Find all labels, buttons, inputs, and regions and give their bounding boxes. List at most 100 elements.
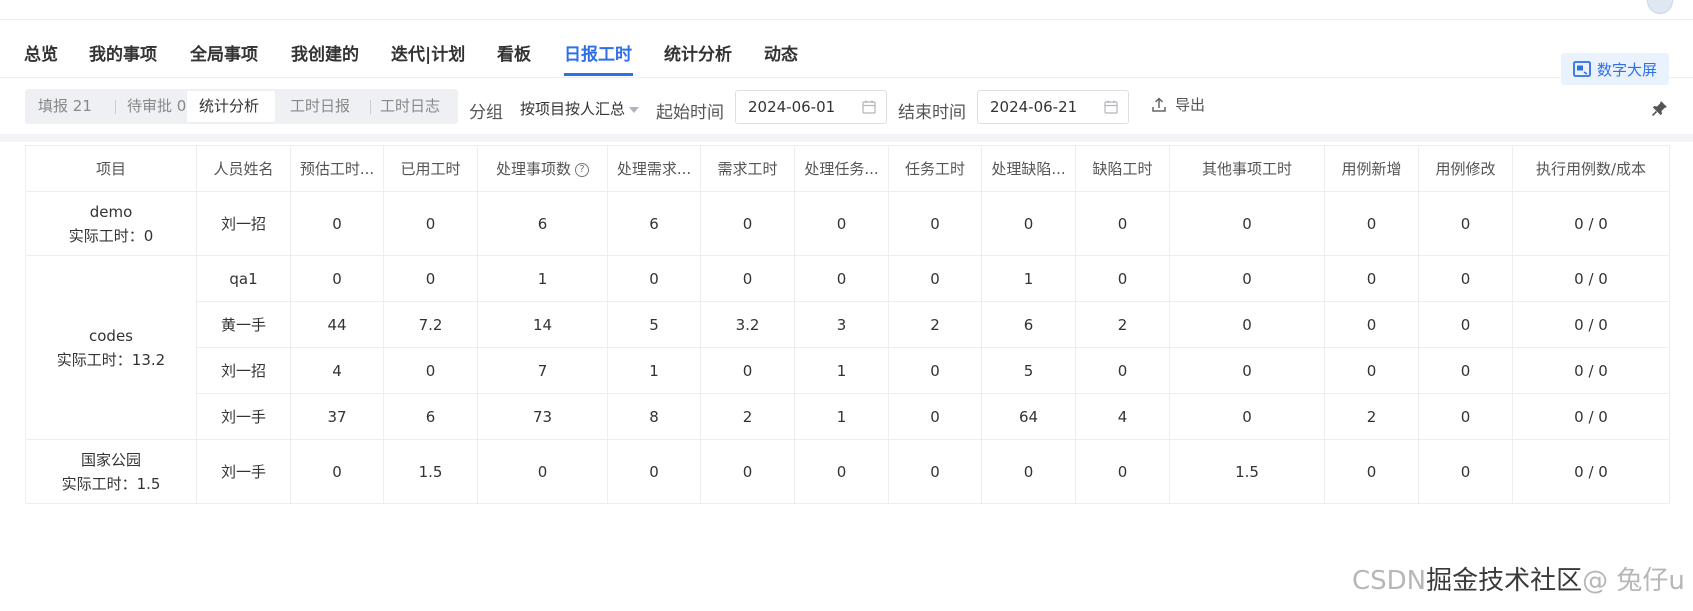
project-actual-hours: 实际工时：0 <box>68 226 154 245</box>
calendar-icon <box>1104 100 1118 114</box>
table-cell: 0 <box>383 347 478 394</box>
table-cell: 0 <box>700 255 795 302</box>
table-cell: 1 <box>981 255 1076 302</box>
table-cell: 3.2 <box>700 301 795 348</box>
table-cell: 2 <box>1075 301 1170 348</box>
person-name-cell: 刘一招 <box>196 347 291 394</box>
seg-hour-log[interactable]: 工时日志 <box>380 89 440 124</box>
calendar-icon <box>862 100 876 114</box>
table-cell: 64 <box>981 393 1076 440</box>
col-project: 项目 <box>25 145 197 192</box>
col-used-hours[interactable]: 已用工时 <box>383 145 478 192</box>
col-estimated-hours[interactable]: 预估工时... <box>290 145 384 192</box>
table-cell: 1 <box>477 255 608 302</box>
col-requirements-handled[interactable]: 处理需求... <box>607 145 701 192</box>
col-other-hours[interactable]: 其他事项工时 <box>1169 145 1325 192</box>
table-cell: 0 <box>1169 347 1325 394</box>
nav-created-by-me[interactable]: 我创建的 <box>291 40 359 65</box>
start-date-input[interactable]: 2024-06-01 <box>735 90 887 124</box>
table-cell: 37 <box>290 393 384 440</box>
table-cell: 0 <box>1169 255 1325 302</box>
table-cell: 0 / 0 <box>1512 439 1670 504</box>
table-cell: 0 <box>1324 439 1419 504</box>
nav-overview[interactable]: 总览 <box>24 40 58 65</box>
pin-icon[interactable] <box>1652 100 1668 116</box>
seg-divider <box>370 100 371 114</box>
project-actual-hours: 实际工时：1.5 <box>61 474 161 493</box>
table-cell: 0 / 0 <box>1512 347 1670 394</box>
table-cell: 5 <box>607 301 701 348</box>
export-button[interactable]: 导出 <box>1151 94 1205 115</box>
table-cell: 8 <box>607 393 701 440</box>
table-cell: 1.5 <box>383 439 478 504</box>
end-date-label: 结束时间 <box>898 103 966 123</box>
table-cell: 0 <box>794 191 889 256</box>
help-icon[interactable]: ? <box>575 162 589 177</box>
nav-board[interactable]: 看板 <box>497 40 531 65</box>
nav-statistics[interactable]: 统计分析 <box>664 40 732 65</box>
table-cell: 6 <box>383 393 478 440</box>
table-cell: 0 <box>607 439 701 504</box>
project-name: 国家公园 <box>80 450 141 469</box>
table-cell: 3 <box>794 301 889 348</box>
table-cell: 7.2 <box>383 301 478 348</box>
table-cell: 0 <box>981 191 1076 256</box>
nav-iteration-plan[interactable]: 迭代|计划 <box>391 40 465 65</box>
col-defect-hours[interactable]: 缺陷工时 <box>1075 145 1170 192</box>
nav-activity[interactable]: 动态 <box>764 40 798 65</box>
table-cell: 0 <box>383 255 478 302</box>
table-cell: 0 / 0 <box>1512 255 1670 302</box>
person-name-cell: 刘一手 <box>196 393 291 440</box>
table-cell: 0 <box>607 255 701 302</box>
nav-global-items[interactable]: 全局事项 <box>190 40 258 65</box>
active-tab-indicator <box>564 73 633 76</box>
table-cell: 0 <box>794 439 889 504</box>
end-date-input[interactable]: 2024-06-21 <box>977 90 1129 124</box>
table-cell: 0 <box>1075 191 1170 256</box>
hours-stats-table: 项目 人员姓名 预估工时... 已用工时 处理事项数? 处理需求... 需求工时… <box>25 145 1670 504</box>
col-task-hours[interactable]: 任务工时 <box>888 145 982 192</box>
table-cell: 73 <box>477 393 608 440</box>
table-header-row: 项目 人员姓名 预估工时... 已用工时 处理事项数? 处理需求... 需求工时… <box>25 145 1670 192</box>
table-cell: 0 <box>888 347 982 394</box>
table-cell: 0 <box>1075 255 1170 302</box>
seg-pending[interactable]: 待审批 0 <box>115 89 186 124</box>
screen-icon <box>1573 61 1591 77</box>
col-requirement-hours[interactable]: 需求工时 <box>700 145 795 192</box>
col-cases-modified[interactable]: 用例修改 <box>1418 145 1513 192</box>
table-cell: 0 <box>700 439 795 504</box>
col-cases-added[interactable]: 用例新增 <box>1324 145 1419 192</box>
col-cases-executed-cost[interactable]: 执行用例数/成本 <box>1512 145 1670 192</box>
seg-daily-report[interactable]: 工时日报 <box>290 89 350 124</box>
table-cell: 44 <box>290 301 384 348</box>
table-cell: 0 <box>794 255 889 302</box>
table-row: codes 实际工时：13.2 qa1 0 0 1 0 0 0 0 1 0 0 0 0 0 / 0 <box>25 255 1670 440</box>
avatar[interactable] <box>1647 0 1673 14</box>
col-tasks-handled[interactable]: 处理任务... <box>794 145 889 192</box>
table-cell: 0 / 0 <box>1512 301 1670 348</box>
nav-daily-hours[interactable]: 日报工时 <box>564 40 632 65</box>
table-cell: 6 <box>477 191 608 256</box>
table-cell: 5 <box>981 347 1076 394</box>
table-cell: 0 <box>1075 347 1170 394</box>
caret-down-icon <box>629 106 640 113</box>
table-cell: 0 <box>700 191 795 256</box>
table-row: 刘一手 37 6 73 8 2 1 0 64 4 0 2 0 0 / 0 <box>26 393 1670 440</box>
group-select[interactable]: 按项目按人汇总 <box>520 98 640 119</box>
table-cell: 1.5 <box>1169 439 1325 504</box>
nav-my-items[interactable]: 我的事项 <box>89 40 157 65</box>
project-name: demo <box>89 202 133 221</box>
col-defects-handled[interactable]: 处理缺陷... <box>981 145 1076 192</box>
person-name-cell: qa1 <box>196 255 291 302</box>
table-row: 刘一招 4 0 7 1 0 1 0 5 0 0 0 0 0 / 0 <box>26 347 1670 394</box>
table-row: 国家公园 实际工时：1.5 刘一手 0 1.5 0 0 0 0 0 0 0 1.5 0 0 0 / 0 <box>25 439 1670 504</box>
col-person: 人员姓名 <box>196 145 291 192</box>
project-cell: 国家公园实际工时：1.5 <box>25 439 197 504</box>
person-name-cell: 刘一手 <box>196 439 291 504</box>
table-cell: 2 <box>700 393 795 440</box>
table-cell: 7 <box>477 347 608 394</box>
watermark: CSDN掘金技术社区@ 兔仔u <box>1352 566 1685 596</box>
col-items-handled[interactable]: 处理事项数? <box>477 145 608 192</box>
seg-statistics[interactable]: 统计分析 <box>187 91 275 122</box>
seg-fill[interactable]: 填报 21 <box>38 89 92 124</box>
